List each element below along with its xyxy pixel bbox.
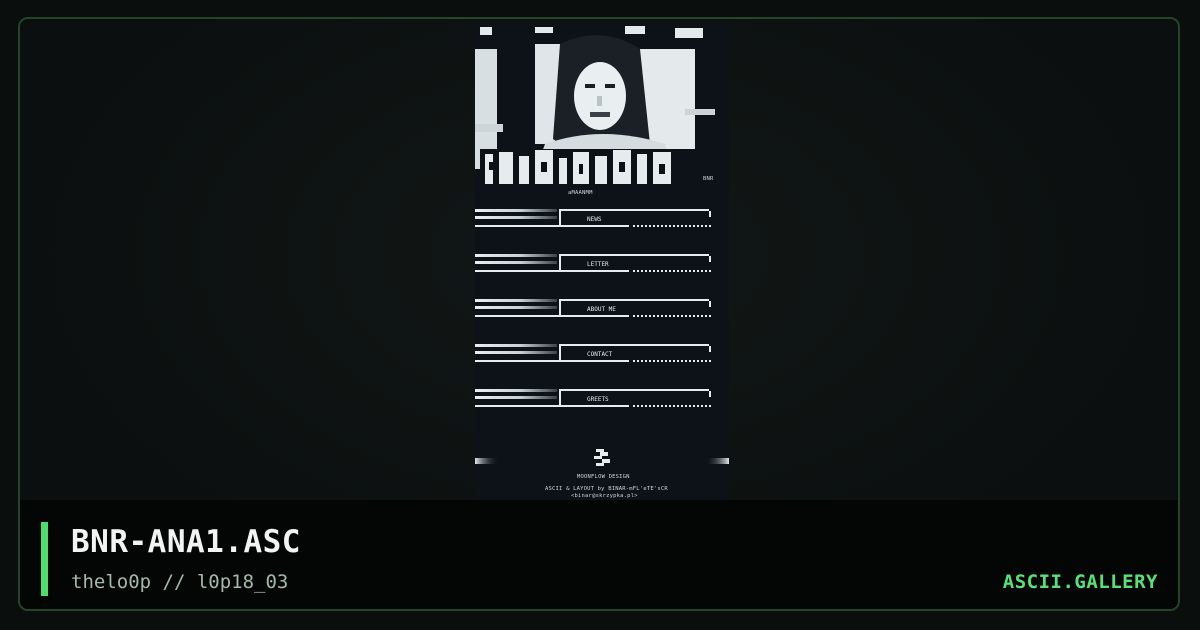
menu-item-letter[interactable]: LETTER — [475, 257, 715, 279]
accent-bar — [41, 522, 48, 596]
brand-link[interactable]: ASCII.GALLERY — [1003, 571, 1158, 593]
artwork-author: thelo0p // l0p18_03 — [71, 571, 289, 593]
menu-item-label: ABOUT ME — [587, 306, 616, 313]
menu-item-greets[interactable]: GREETS — [475, 392, 715, 414]
menu-item-label: LETTER — [587, 261, 609, 268]
footer-email: <binar@skrzypka.pl> — [571, 493, 638, 499]
info-bar: BNR-ANA1.ASC thelo0p // l0p18_03 ASCII.G… — [20, 500, 1178, 609]
moonflow-logo-icon — [594, 449, 610, 466]
ascii-art-preview[interactable]: BNR aMAANMM NEWS LETTER ABOUT ME CONTACT… — [475, 24, 729, 502]
menu-item-contact[interactable]: CONTACT — [475, 347, 715, 369]
art-signature: aMAANMM — [568, 190, 593, 196]
menu-item-label: NEWS — [587, 216, 602, 223]
menu-item-label: GREETS — [587, 396, 609, 403]
footer-credit: ASCII & LAYOUT by BINAR-mFL'eTE'sCR — [545, 486, 668, 492]
menu-item-news[interactable]: NEWS — [475, 212, 715, 234]
art-tag: BNR — [703, 176, 714, 182]
menu-item-about-me[interactable]: ABOUT ME — [475, 302, 715, 324]
footer-logo-label: MOONFLOW DESIGN — [577, 474, 630, 480]
menu-item-label: CONTACT — [587, 351, 613, 358]
preview-card: BNR aMAANMM NEWS LETTER ABOUT ME CONTACT… — [18, 17, 1180, 611]
artwork-title: BNR-ANA1.ASC — [71, 524, 301, 560]
